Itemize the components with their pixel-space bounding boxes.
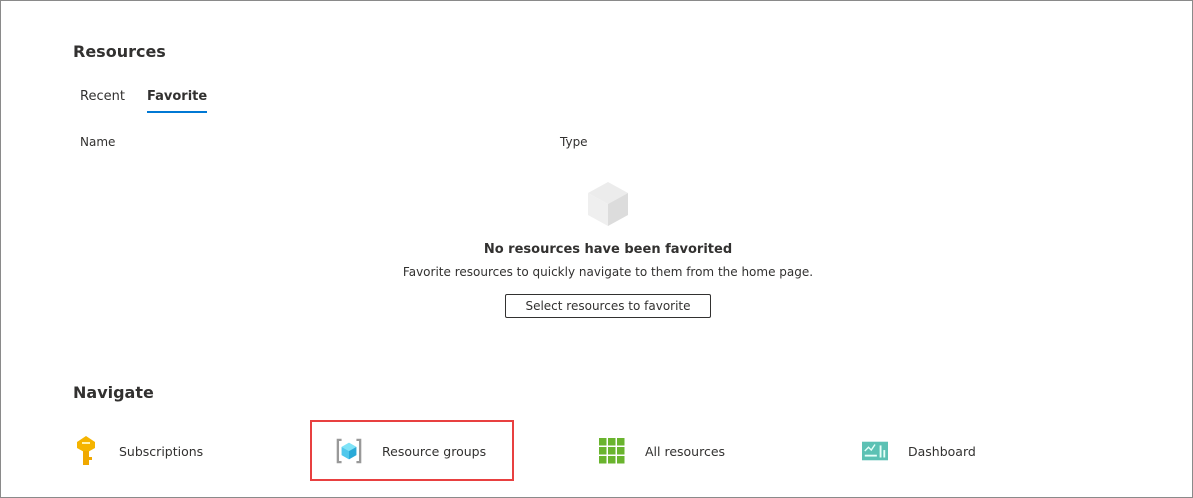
- nav-dashboard[interactable]: Dashboard: [862, 430, 976, 472]
- tab-favorite[interactable]: Favorite: [147, 89, 208, 113]
- nav-label: Subscriptions: [119, 443, 204, 459]
- nav-label: Dashboard: [908, 443, 976, 459]
- resources-heading: Resources: [73, 42, 166, 61]
- dashboard-icon: [862, 438, 888, 464]
- empty-title: No resources have been favorited: [483, 242, 733, 257]
- column-type: Type: [560, 135, 588, 149]
- tab-recent[interactable]: Recent: [80, 89, 125, 104]
- grid-icon: [599, 438, 625, 464]
- navigate-heading: Navigate: [73, 383, 154, 402]
- empty-subtitle: Favorite resources to quickly navigate t…: [402, 265, 814, 279]
- column-name: Name: [80, 135, 116, 149]
- select-resources-button[interactable]: Select resources to favorite: [505, 294, 711, 318]
- empty-cube-icon: [588, 182, 628, 226]
- highlight-box: [310, 420, 514, 481]
- nav-label: All resources: [645, 443, 726, 459]
- nav-all-resources[interactable]: All resources: [599, 430, 725, 472]
- nav-subscriptions[interactable]: Subscriptions: [73, 430, 203, 472]
- key-icon: [73, 436, 99, 465]
